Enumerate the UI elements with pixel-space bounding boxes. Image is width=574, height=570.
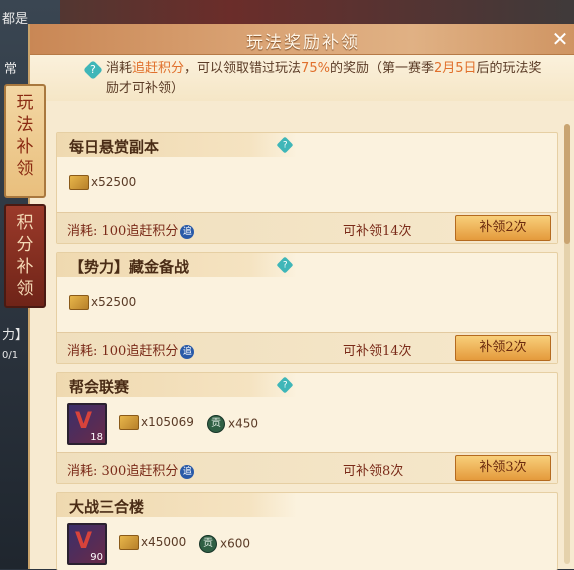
claim-button[interactable]: 补领2次 bbox=[455, 215, 551, 241]
reward-card: 每日悬赏副本 ? x52500 消耗: 100追赶积分追 可补领14次 补领2次 bbox=[56, 132, 558, 244]
bg-text: 常 bbox=[4, 62, 18, 77]
tab-play-claim[interactable]: 玩法补领 bbox=[4, 84, 46, 198]
remaining-count: 可补领14次 bbox=[343, 224, 412, 239]
tribute-icon: 贡 bbox=[207, 415, 225, 433]
chase-point-icon: 追 bbox=[180, 224, 195, 239]
badge-level: 18 bbox=[90, 432, 103, 443]
bg-text: 都是 bbox=[2, 12, 29, 27]
remaining-count: 可补领14次 bbox=[343, 344, 412, 359]
reward-card: 帮会联赛 ? V 18 x105069 贡 x450 消耗: 300追赶积分追 可… bbox=[56, 372, 558, 484]
tab-points-claim[interactable]: 积分补领 bbox=[4, 204, 46, 308]
scrollbar[interactable] bbox=[564, 124, 570, 564]
card-header: 【势力】藏金备战 ? bbox=[57, 253, 297, 277]
reward-item: 贡 x450 bbox=[207, 415, 258, 433]
badge-item-icon[interactable]: V 90 bbox=[67, 523, 107, 565]
scroll-icon bbox=[119, 535, 139, 550]
bg-text: 力】 bbox=[2, 328, 29, 343]
reward-item: x52500 bbox=[69, 295, 136, 310]
chase-point-icon: 追 bbox=[180, 464, 195, 479]
title-bar: 玩法奖励补领 ✕ bbox=[30, 24, 574, 55]
close-button[interactable]: ✕ bbox=[550, 29, 570, 49]
tab-label: 积分补领 bbox=[16, 213, 34, 299]
scroll-icon bbox=[119, 415, 139, 430]
help-icon[interactable]: ? bbox=[276, 376, 294, 394]
card-footer: 消耗: 100追赶积分追 可补领14次 补领2次 bbox=[57, 212, 557, 243]
cost-text: 消耗: 100追赶积分追 bbox=[67, 340, 195, 359]
notice-text: 消耗追赶积分，可以领取错过玩法75%的奖励（第一赛季2月5日后的玩法奖励才可补领… bbox=[106, 61, 542, 96]
help-icon[interactable]: ? bbox=[276, 136, 294, 154]
panel-title: 玩法奖励补领 bbox=[246, 33, 360, 53]
reward-item: 贡 x600 bbox=[199, 535, 250, 553]
claim-button[interactable]: 补领3次 bbox=[455, 455, 551, 481]
scroll-thumb[interactable] bbox=[564, 124, 570, 244]
card-title: 每日悬赏副本 bbox=[69, 138, 160, 156]
reward-item: x105069 bbox=[119, 415, 194, 430]
bg-text: 0/1 bbox=[2, 350, 19, 361]
notice-banner: ? 消耗追赶积分，可以领取错过玩法75%的奖励（第一赛季2月5日后的玩法奖励才可… bbox=[30, 55, 574, 101]
cost-text: 消耗: 300追赶积分追 bbox=[67, 460, 195, 479]
card-title: 帮会联赛 bbox=[69, 378, 130, 396]
badge-level: 90 bbox=[90, 552, 103, 563]
scroll-icon bbox=[69, 175, 89, 190]
reward-card: 【势力】藏金备战 ? x52500 消耗: 100追赶积分追 可补领14次 补领… bbox=[56, 252, 558, 364]
card-header: 每日悬赏副本 ? bbox=[57, 133, 297, 157]
badge-item-icon[interactable]: V 18 bbox=[67, 403, 107, 445]
chase-point-icon: 追 bbox=[180, 344, 195, 359]
card-footer: 消耗: 300追赶积分追 可补领8次 补领3次 bbox=[57, 452, 557, 483]
card-title: 大战三合楼 bbox=[69, 498, 145, 516]
card-title: 【势力】藏金备战 bbox=[69, 258, 190, 276]
remaining-count: 可补领8次 bbox=[343, 464, 404, 479]
card-header: 帮会联赛 ? bbox=[57, 373, 297, 397]
cost-text: 消耗: 100追赶积分追 bbox=[67, 220, 195, 239]
reward-item: x45000 bbox=[119, 535, 186, 550]
card-footer: 消耗: 100追赶积分追 可补领14次 补领2次 bbox=[57, 332, 557, 363]
claim-button[interactable]: 补领2次 bbox=[455, 335, 551, 361]
tribute-icon: 贡 bbox=[199, 535, 217, 553]
reward-item: x52500 bbox=[69, 175, 136, 190]
help-icon[interactable]: ? bbox=[276, 256, 294, 274]
scroll-icon bbox=[69, 295, 89, 310]
reward-card: 大战三合楼 V 90 x45000 贡 x600 bbox=[56, 492, 558, 570]
help-icon[interactable]: ? bbox=[83, 60, 103, 80]
card-header: 大战三合楼 bbox=[57, 493, 297, 517]
tab-label: 玩法补领 bbox=[16, 93, 34, 179]
